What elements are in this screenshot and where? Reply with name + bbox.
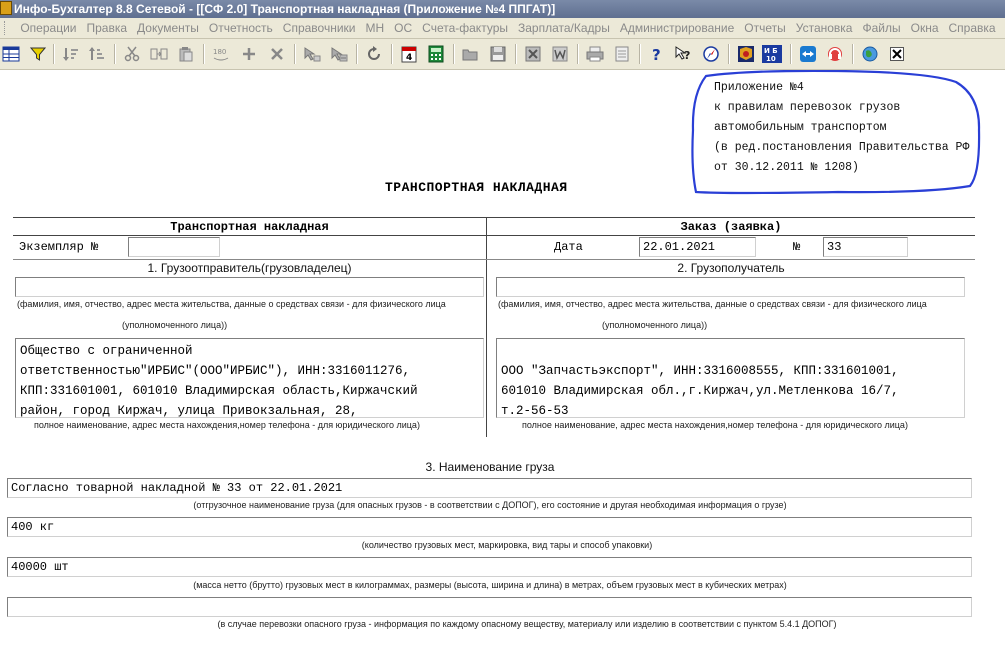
sender-section-title: 1. Грузоотправитель(грузовладелец) bbox=[147, 261, 352, 275]
add-icon[interactable] bbox=[238, 43, 260, 65]
menu-item[interactable]: ОС bbox=[389, 18, 417, 38]
receiver-person-hint: (фамилия, имя, отчество, адрес места жит… bbox=[498, 299, 927, 309]
menu-item[interactable]: Счета-фактуры bbox=[417, 18, 513, 38]
filter-icon[interactable] bbox=[27, 43, 49, 65]
menu-item[interactable]: Операции bbox=[15, 18, 81, 38]
menu-item[interactable]: МН bbox=[361, 18, 390, 38]
ib10-icon[interactable]: И Б 10 bbox=[761, 43, 783, 65]
form-title: ТРАНСПОРТНАЯ НАКЛАДНАЯ bbox=[385, 180, 568, 195]
menu-item[interactable]: Установка bbox=[791, 18, 858, 38]
receiver-person-input[interactable] bbox=[496, 277, 965, 297]
excel-export-icon[interactable] bbox=[522, 43, 544, 65]
menu-item[interactable]: Справочники bbox=[278, 18, 361, 38]
cargo-places-input[interactable]: 400 кг bbox=[7, 517, 972, 537]
menu-item[interactable]: Файлы bbox=[857, 18, 905, 38]
support-icon[interactable] bbox=[824, 43, 846, 65]
svg-text:180: 180 bbox=[213, 48, 226, 56]
hand-drawn-annotation bbox=[691, 70, 981, 195]
app-icon bbox=[0, 1, 12, 15]
right-header: Заказ (заявка) bbox=[680, 220, 782, 234]
transport-waybill-form: Приложение №4 к правилам перевозок грузо… bbox=[0, 70, 1005, 651]
menu-item[interactable]: Администрирование bbox=[615, 18, 739, 38]
split-icon[interactable] bbox=[148, 43, 170, 65]
svg-text:?: ? bbox=[652, 46, 661, 62]
svg-text:?: ? bbox=[684, 49, 690, 62]
receiver-section-title: 2. Грузополучатель bbox=[677, 261, 785, 275]
print-icon[interactable] bbox=[584, 43, 606, 65]
web-globe-icon[interactable] bbox=[859, 43, 881, 65]
word-export-icon[interactable] bbox=[549, 43, 571, 65]
refresh-icon[interactable] bbox=[363, 43, 385, 65]
sender-person-hint: (фамилия, имя, отчество, адрес места жит… bbox=[17, 299, 446, 309]
sender-person-hint-2: (уполномоченного лица)) bbox=[122, 320, 228, 330]
context-help-icon[interactable]: ? bbox=[673, 43, 695, 65]
sender-organization-hint: полное наименование, адрес места нахожде… bbox=[34, 420, 420, 430]
date-label: Дата bbox=[554, 240, 583, 254]
cargo-name-hint: (отгрузочное наименование груза (для опа… bbox=[193, 500, 787, 510]
left-header: Транспортная накладная bbox=[170, 220, 329, 234]
teamviewer-icon[interactable] bbox=[797, 43, 819, 65]
menu-item[interactable]: Документы bbox=[132, 18, 204, 38]
calendar-icon[interactable]: 4 bbox=[398, 43, 420, 65]
cut-icon[interactable] bbox=[121, 43, 143, 65]
menu-item[interactable]: Зарплата/Кадры bbox=[513, 18, 615, 38]
table-view-icon[interactable] bbox=[0, 43, 22, 65]
receiver-organization-input[interactable]: ООО "Запчастьэкспорт", ИНН:3316008555, К… bbox=[496, 338, 965, 418]
sender-person-input[interactable] bbox=[15, 277, 484, 297]
window-title: Инфо-Бухгалтер 8.8 Сетевой - [[СФ 2.0] Т… bbox=[14, 2, 556, 16]
sender-organization-input[interactable]: Общество с ограниченной ответственностью… bbox=[15, 338, 484, 418]
cargo-mass-hint: (масса нетто (брутто) грузовых мест в ки… bbox=[193, 580, 787, 590]
cargo-places-hint: (количество грузовых мест, маркировка, в… bbox=[361, 540, 653, 550]
window-title-bar: Инфо-Бухгалтер 8.8 Сетевой - [[СФ 2.0] Т… bbox=[0, 0, 1005, 18]
svg-text:10: 10 bbox=[766, 55, 776, 63]
menu-item[interactable]: Отчеты bbox=[739, 18, 790, 38]
order-number-input[interactable]: 33 bbox=[823, 237, 908, 257]
copy-number-input[interactable] bbox=[128, 237, 220, 257]
menu-item[interactable]: Правка bbox=[81, 18, 132, 38]
info-buhgalter-logo-icon[interactable] bbox=[735, 43, 757, 65]
menu-bar: Операции Правка Документы Отчетность Справоч… bbox=[0, 18, 1005, 39]
receiver-person-hint-2: (уполномоченного лица)) bbox=[602, 320, 708, 330]
date-input[interactable]: 22.01.2021 bbox=[639, 237, 756, 257]
delete-icon[interactable] bbox=[266, 43, 288, 65]
menu-grip bbox=[4, 21, 8, 35]
calculator-icon[interactable] bbox=[425, 43, 447, 65]
save-icon[interactable] bbox=[487, 43, 509, 65]
open-folder-icon[interactable] bbox=[460, 43, 482, 65]
compass-icon[interactable] bbox=[700, 43, 722, 65]
sort-descending-icon[interactable] bbox=[86, 43, 108, 65]
paste-icon[interactable] bbox=[175, 43, 197, 65]
rotate-180-icon[interactable]: 180 bbox=[210, 43, 232, 65]
select-icon[interactable] bbox=[301, 43, 323, 65]
cargo-name-input[interactable]: Согласно товарной накладной № 33 от 22.0… bbox=[7, 478, 972, 498]
help-icon[interactable]: ? bbox=[646, 43, 668, 65]
menu-item[interactable]: Окна bbox=[906, 18, 944, 38]
menu-item[interactable]: Справка bbox=[944, 18, 1001, 38]
cargo-mass-input[interactable]: 40000 шт bbox=[7, 557, 972, 577]
svg-text:И Б: И Б bbox=[764, 47, 778, 55]
close-document-icon[interactable] bbox=[886, 43, 908, 65]
number-label: № bbox=[793, 240, 801, 254]
select-all-icon[interactable] bbox=[328, 43, 350, 65]
dangerous-cargo-input[interactable] bbox=[7, 597, 972, 617]
sort-ascending-icon[interactable] bbox=[60, 43, 82, 65]
receiver-organization-hint: полное наименование, адрес места нахожде… bbox=[522, 420, 908, 430]
calendar-day: 4 bbox=[406, 53, 412, 63]
cargo-section-title: 3. Наименование груза bbox=[425, 460, 555, 474]
menu-item[interactable]: Отчетность bbox=[204, 18, 278, 38]
copy-number-label: Экземпляр № bbox=[19, 240, 99, 254]
dangerous-cargo-hint: (в случае перевозки опасного груза - инф… bbox=[217, 619, 837, 629]
print-preview-icon[interactable] bbox=[611, 43, 633, 65]
toolbar: 180 4 ? ? И Б 10 bbox=[0, 39, 1005, 70]
